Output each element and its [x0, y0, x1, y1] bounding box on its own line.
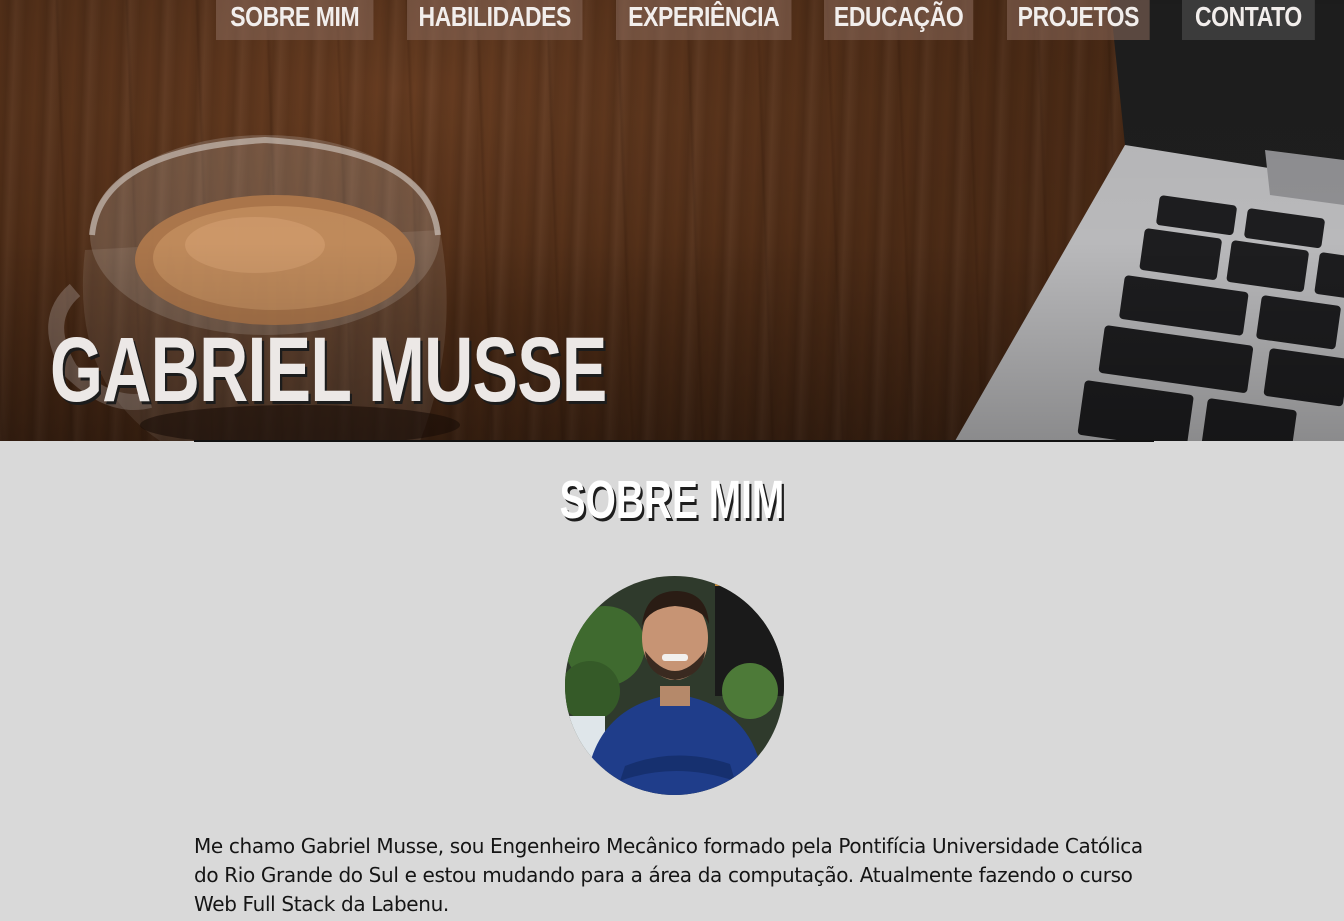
nav-item-educacao[interactable]: EDUCAÇÃO [824, 0, 974, 40]
nav-item-label: CONTATO [1195, 1, 1302, 32]
hero-title: GABRIEL MUSSE [50, 319, 607, 421]
section-divider [194, 440, 1154, 442]
profile-photo [565, 576, 784, 795]
about-heading-text: SOBRE MIM [559, 470, 785, 530]
nav-item-label: EXPERIÊNCIA [628, 1, 780, 32]
top-navigation: SOBRE MIM HABILIDADES EXPERIÊNCIA EDUCAÇ… [0, 0, 1344, 40]
nav-item-habilidades[interactable]: HABILIDADES [407, 0, 583, 40]
avatar [565, 576, 784, 795]
nav-item-contato[interactable]: CONTATO [1182, 0, 1315, 40]
nav-item-projetos[interactable]: PROJETOS [1007, 0, 1150, 40]
nav-item-label: EDUCAÇÃO [833, 1, 964, 32]
nav-item-sobre-mim[interactable]: SOBRE MIM [216, 0, 374, 40]
nav-item-label: SOBRE MIM [230, 1, 360, 32]
about-heading: SOBRE MIM [0, 470, 1344, 530]
nav-item-label: HABILIDADES [418, 1, 572, 32]
nav-item-experiencia[interactable]: EXPERIÊNCIA [616, 0, 792, 40]
about-paragraph: Me chamo Gabriel Musse, sou Engenheiro M… [194, 834, 1143, 916]
nav-item-label: PROJETOS [1017, 1, 1140, 32]
